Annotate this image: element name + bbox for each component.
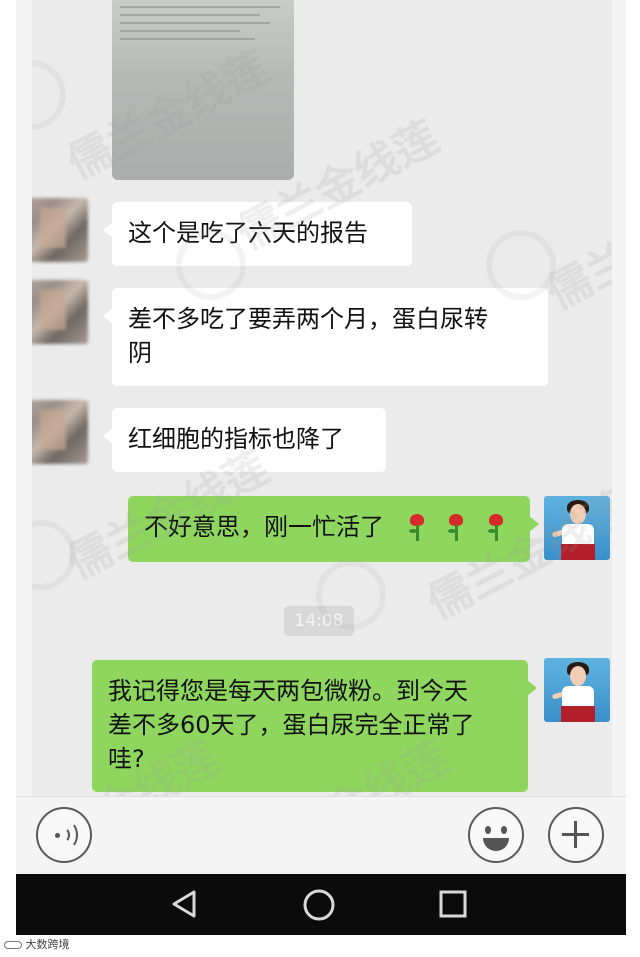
watermark-logo	[486, 230, 556, 300]
message-text-line: 哇?	[108, 745, 145, 773]
phone-screen: 这个是吃了六天的报告 差不多吃了要弄两个月，蛋白尿转 阴 红细胞的指标也降了 不…	[16, 0, 626, 935]
message-text-line: 阴	[128, 339, 152, 367]
back-triangle-icon[interactable]	[168, 888, 200, 920]
rose-icon	[485, 514, 509, 542]
screen-edge	[612, 0, 626, 796]
my-avatar[interactable]	[544, 658, 610, 722]
voice-button[interactable]	[36, 807, 92, 863]
android-nav-bar	[16, 874, 626, 935]
message-bubble-sent[interactable]: 不好意思，刚一忙活了	[128, 496, 539, 562]
credit-text: 大数跨境	[25, 938, 70, 951]
watermark-logo	[316, 560, 386, 630]
recents-square-icon[interactable]	[438, 889, 468, 919]
screen-edge	[16, 0, 32, 796]
watermark-logo	[176, 230, 246, 300]
emoji-button[interactable]	[468, 807, 524, 863]
message-text: 红细胞的指标也降了	[128, 425, 344, 453]
message-bubble-received[interactable]: 差不多吃了要弄两个月，蛋白尿转 阴	[103, 288, 548, 386]
message-text: 不好意思，刚一忙活了	[144, 513, 384, 541]
message-bubble-sent[interactable]: 我记得您是每天两包微粉。到今天 差不多60天了，蛋白尿完全正常了 哇?	[92, 660, 537, 792]
message-text-line: 我记得您是每天两包微粉。到今天	[108, 677, 468, 705]
more-button[interactable]	[548, 807, 604, 863]
home-circle-icon[interactable]	[302, 888, 336, 922]
message-text-line: 差不多吃了要弄两个月，蛋白尿转	[128, 305, 488, 333]
message-bubble-received[interactable]: 红细胞的指标也降了	[103, 408, 386, 472]
message-bubble-received[interactable]: 这个是吃了六天的报告	[103, 202, 412, 266]
rose-icon	[445, 514, 469, 542]
report-image[interactable]	[112, 0, 294, 180]
credit-logo-icon	[4, 941, 22, 949]
footer-credit: 大数跨境	[4, 936, 70, 952]
message-text: 这个是吃了六天的报告	[128, 219, 368, 247]
rose-icon	[406, 514, 430, 542]
message-text-line: 差不多60天了，蛋白尿完全正常了	[108, 711, 475, 739]
my-avatar[interactable]	[544, 496, 610, 560]
chat-input-bar	[16, 796, 626, 874]
rose-emoji-group	[398, 510, 509, 544]
